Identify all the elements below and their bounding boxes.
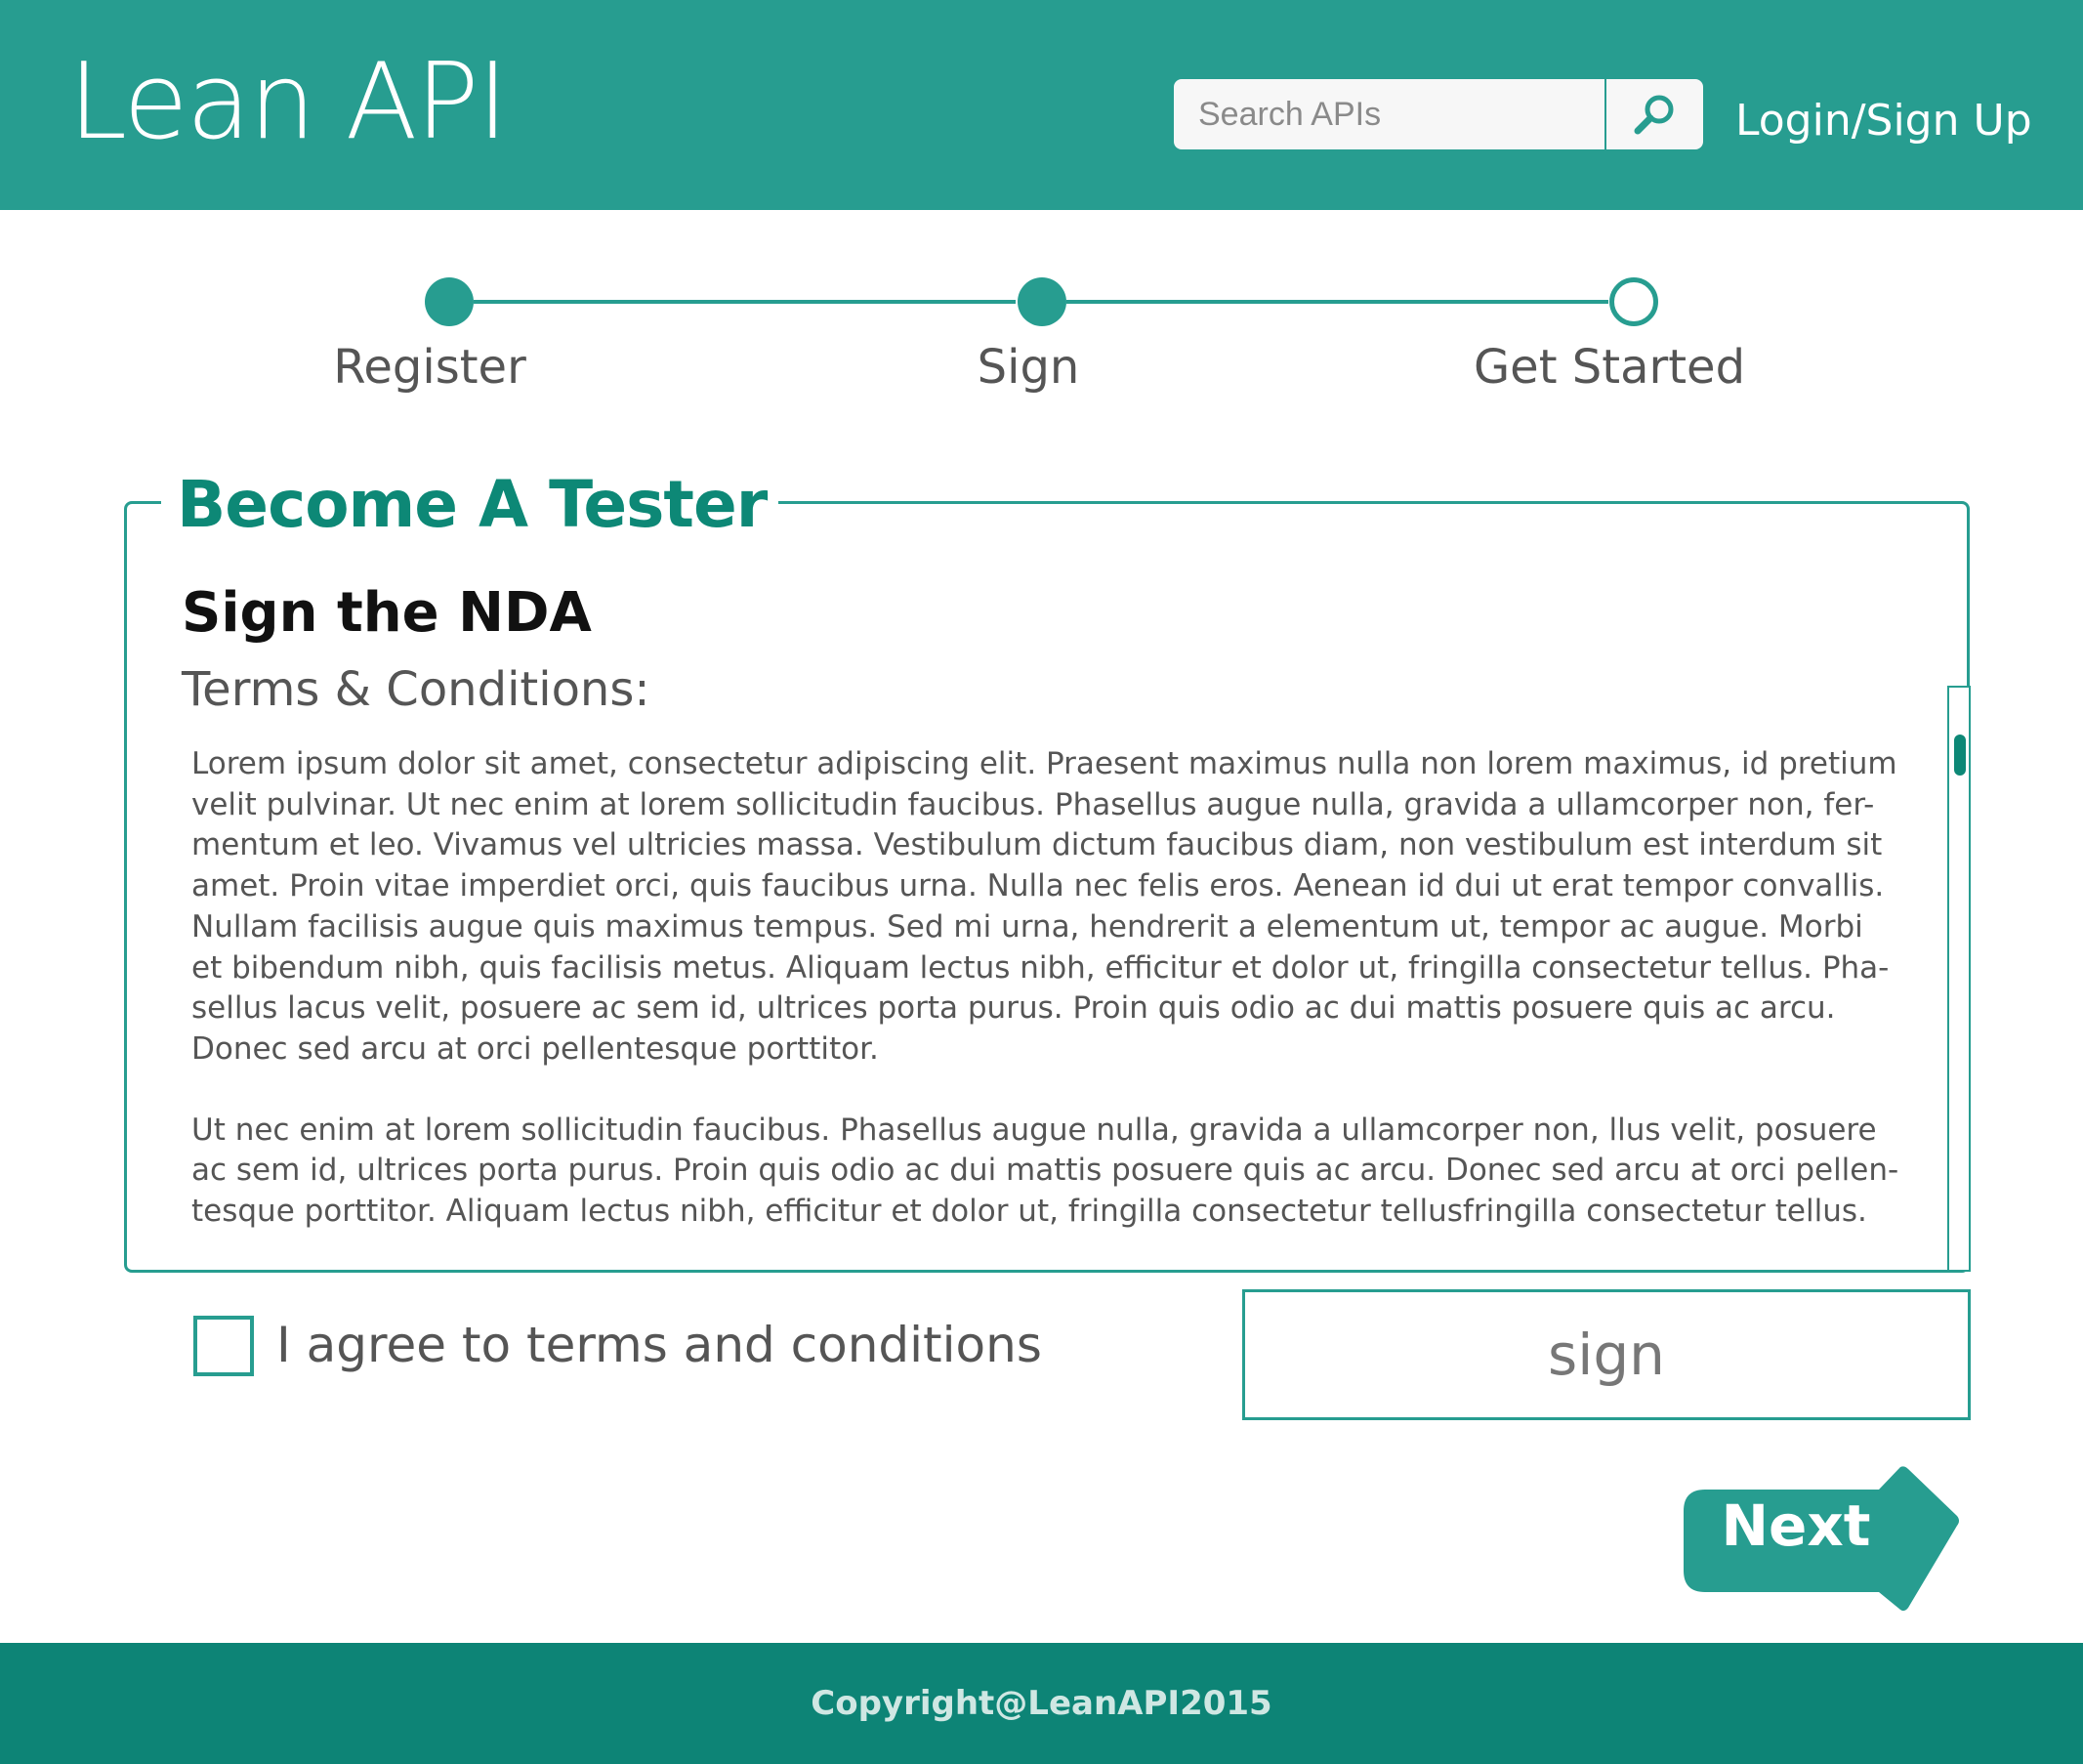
terms-paragraph: Lorem ipsum dolor sit amet, consectetur …	[191, 746, 1897, 1067]
step-dot-get-started	[1609, 277, 1658, 326]
next-label: Next	[1721, 1492, 1871, 1559]
terms-text: Lorem ipsum dolor sit amet, consectetur …	[191, 744, 1900, 1273]
step-connector	[1066, 300, 1608, 304]
terms-scrollbar[interactable]	[1947, 686, 1971, 1272]
search-icon	[1634, 95, 1674, 135]
search-button[interactable]	[1604, 79, 1703, 149]
step-label-get-started: Get Started	[1473, 340, 1746, 395]
search-input[interactable]	[1174, 79, 1604, 149]
copyright-text: Copyright@LeanAPI2015	[811, 1684, 1272, 1723]
scrollbar-thumb[interactable]	[1954, 735, 1966, 776]
step-dot-register	[425, 277, 474, 326]
footer: Copyright@LeanAPI2015	[0, 1643, 2083, 1764]
search-box	[1174, 79, 1703, 149]
agree-label[interactable]: I agree to terms and conditions	[276, 1317, 1042, 1373]
terms-paragraph: Ut nec enim at lorem sollicitudin faucib…	[191, 1112, 1899, 1230]
step-label-sign: Sign	[977, 340, 1080, 395]
sign-placeholder: sign	[1548, 1322, 1665, 1388]
panel-title: Become A Tester	[161, 461, 779, 549]
step-label-register: Register	[333, 340, 526, 395]
next-button[interactable]: Next	[1684, 1465, 1962, 1614]
top-header: Lean API Login/Sign Up	[0, 0, 2083, 210]
sign-input[interactable]: sign	[1242, 1289, 1971, 1420]
agree-checkbox[interactable]	[193, 1316, 254, 1376]
terms-heading: Terms & Conditions:	[182, 662, 650, 717]
step-dot-sign	[1018, 277, 1066, 326]
nda-heading: Sign the NDA	[182, 581, 592, 645]
step-connector	[474, 300, 1016, 304]
login-signup-link[interactable]: Login/Sign Up	[1735, 96, 2032, 146]
brand-logo[interactable]: Lean API	[68, 39, 509, 166]
